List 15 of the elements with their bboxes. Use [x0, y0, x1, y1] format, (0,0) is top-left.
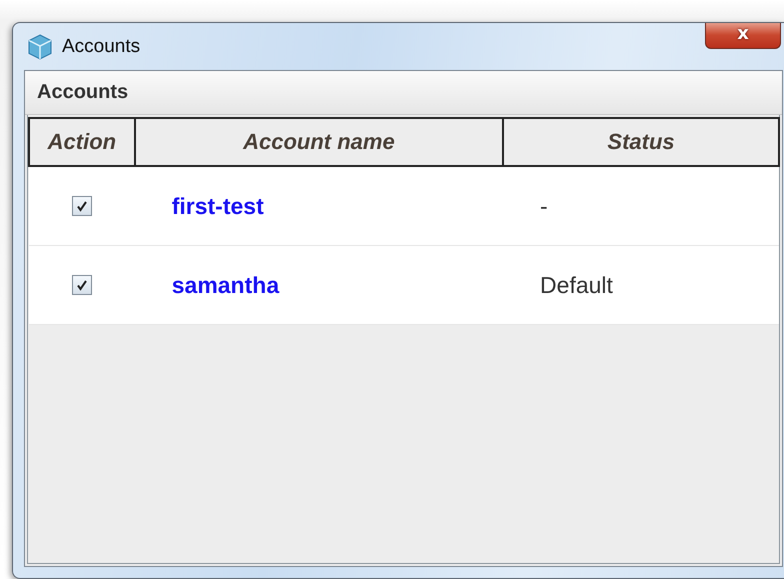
account-name[interactable]: first-test — [136, 192, 264, 218]
account-status: Default — [539, 272, 613, 298]
column-header[interactable]: Status — [503, 118, 779, 166]
account-name[interactable]: samantha — [136, 272, 280, 298]
close-button[interactable]: x — [705, 23, 781, 49]
cube-icon — [26, 32, 54, 60]
checkbox[interactable] — [72, 275, 92, 295]
column-header[interactable]: Action — [29, 118, 135, 166]
checkmark-icon — [76, 200, 88, 212]
window-title: Accounts — [62, 36, 140, 58]
checkbox[interactable] — [72, 196, 92, 216]
account-status: - — [539, 192, 548, 218]
panel-title: Accounts — [25, 71, 782, 115]
checkmark-icon — [76, 279, 88, 291]
column-header[interactable]: Account name — [134, 118, 504, 166]
